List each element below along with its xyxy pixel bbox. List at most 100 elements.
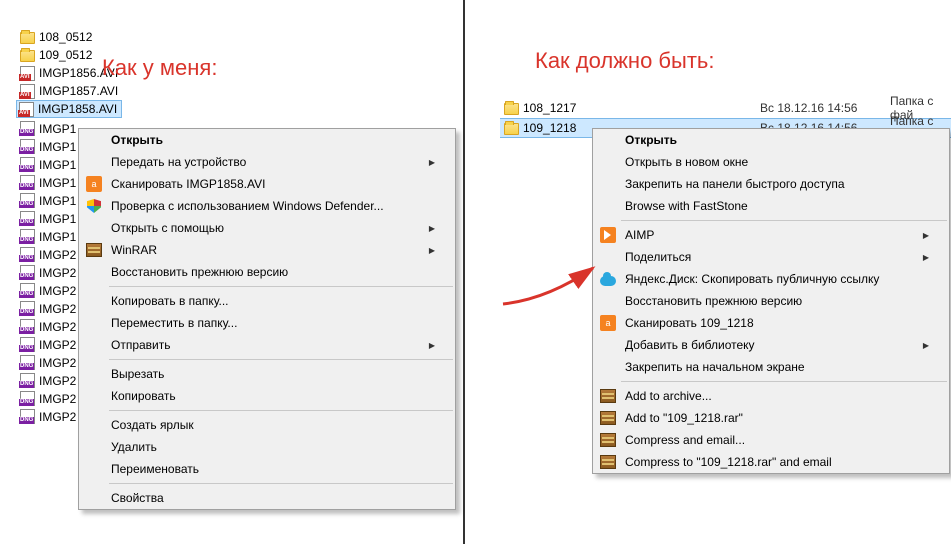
menu-item[interactable]: Переименовать (79, 458, 455, 480)
menu-item-label: AIMP (625, 228, 911, 242)
menu-item[interactable]: aСканировать IMGP1858.AVI (79, 173, 455, 195)
winrar-icon (599, 453, 617, 471)
menu-item-label: Проверка с использованием Windows Defend… (111, 199, 417, 213)
menu-item[interactable]: Копировать в папку... (79, 290, 455, 312)
file-label: 108_1217 (523, 101, 576, 115)
file-row[interactable]: 108_1217Вс 18.12.16 14:56Папка с фай (500, 98, 951, 118)
menu-separator (109, 410, 453, 411)
file-label: IMGP2 (39, 356, 76, 370)
file-label: IMGP2 (39, 320, 76, 334)
submenu-arrow-icon: ▶ (425, 224, 435, 233)
file-label: IMGP1857.AVI (39, 84, 118, 98)
dng-file-icon (20, 229, 35, 244)
menu-item-label: Переименовать (111, 462, 417, 476)
menu-item[interactable]: Проверка с использованием Windows Defend… (79, 195, 455, 217)
file-label: IMGP2 (39, 248, 76, 262)
menu-separator (109, 359, 453, 360)
menu-item-label: Открыть в новом окне (625, 155, 911, 169)
menu-item-label: Поделиться (625, 250, 911, 264)
menu-item[interactable]: Восстановить прежнюю версию (593, 290, 949, 312)
file-label: IMGP2 (39, 266, 76, 280)
file-label: IMGP1 (39, 158, 76, 172)
menu-item[interactable]: Копировать (79, 385, 455, 407)
menu-item-label: Открыть (625, 133, 911, 147)
menu-item[interactable]: Создать ярлык (79, 414, 455, 436)
menu-item-label: Яндекс.Диск: Скопировать публичную ссылк… (625, 272, 911, 286)
dng-file-icon (20, 355, 35, 370)
file-label: IMGP2 (39, 410, 76, 424)
menu-item[interactable]: Compress to "109_1218.rar" and email (593, 451, 949, 473)
file-label: IMGP1 (39, 122, 76, 136)
file-date: Вс 18.12.16 14:56 (760, 101, 890, 115)
menu-item-label: Создать ярлык (111, 418, 417, 432)
menu-item[interactable]: Яндекс.Диск: Скопировать публичную ссылк… (593, 268, 949, 290)
submenu-arrow-icon: ▶ (425, 158, 435, 167)
dng-file-icon (20, 247, 35, 262)
menu-item[interactable]: Compress and email... (593, 429, 949, 451)
menu-item[interactable]: Добавить в библиотеку▶ (593, 334, 949, 356)
dng-file-icon (20, 409, 35, 424)
folder-icon (504, 123, 519, 135)
menu-item[interactable]: Вырезать (79, 363, 455, 385)
file-label: IMGP2 (39, 374, 76, 388)
defender-shield-icon (85, 197, 103, 215)
file-row[interactable]: IMGP1857.AVI (16, 82, 463, 100)
winrar-icon (85, 241, 103, 259)
file-label: 109_1218 (523, 121, 576, 135)
file-row[interactable]: IMGP1856.AVI (16, 64, 463, 82)
file-label: IMGP2 (39, 338, 76, 352)
aimp-icon (599, 226, 617, 244)
menu-separator (621, 220, 947, 221)
folder-icon (20, 50, 35, 62)
menu-item[interactable]: Свойства (79, 487, 455, 509)
menu-item[interactable]: Восстановить прежнюю версию (79, 261, 455, 283)
file-label: IMGP1 (39, 194, 76, 208)
submenu-arrow-icon: ▶ (919, 341, 929, 350)
file-label: IMGP2 (39, 284, 76, 298)
file-row[interactable]: 109_0512 (16, 46, 463, 64)
menu-item[interactable]: AIMP▶ (593, 224, 949, 246)
folder-icon (504, 103, 519, 115)
dng-file-icon (20, 193, 35, 208)
menu-item[interactable]: Открыть в новом окне (593, 151, 949, 173)
menu-item-label: Compress and email... (625, 433, 911, 447)
title-right: Как должно быть: (535, 48, 715, 74)
file-label: IMGP1 (39, 176, 76, 190)
avi-file-icon (20, 84, 35, 99)
winrar-icon (599, 387, 617, 405)
menu-item[interactable]: Закрепить на начальном экране (593, 356, 949, 378)
dng-file-icon (20, 301, 35, 316)
menu-item[interactable]: Переместить в папку... (79, 312, 455, 334)
menu-item-label: Копировать (111, 389, 417, 403)
avast-icon: a (599, 314, 617, 332)
file-row[interactable]: 108_0512 (16, 28, 463, 46)
menu-item[interactable]: Add to archive... (593, 385, 949, 407)
dng-file-icon (20, 337, 35, 352)
menu-item[interactable]: Отправить▶ (79, 334, 455, 356)
menu-item-label: Browse with FastStone (625, 199, 911, 213)
menu-item-label: Восстановить прежнюю версию (111, 265, 417, 279)
submenu-arrow-icon: ▶ (919, 253, 929, 262)
menu-item[interactable]: aСканировать 109_1218 (593, 312, 949, 334)
menu-separator (109, 483, 453, 484)
menu-item[interactable]: Закрепить на панели быстрого доступа (593, 173, 949, 195)
file-row[interactable]: IMGP1858.AVI (16, 100, 122, 118)
menu-item[interactable]: Открыть (593, 129, 949, 151)
menu-item[interactable]: Открыть с помощью ▶ (79, 217, 455, 239)
menu-item[interactable]: Передать на устройство ▶ (79, 151, 455, 173)
menu-item[interactable]: Удалить (79, 436, 455, 458)
menu-item-label: Закрепить на панели быстрого доступа (625, 177, 911, 191)
file-label: 108_0512 (39, 30, 92, 44)
file-label: IMGP2 (39, 302, 76, 316)
menu-item[interactable]: Поделиться ▶ (593, 246, 949, 268)
menu-item-label: Открыть с помощью (111, 221, 417, 235)
menu-item[interactable]: WinRAR▶ (79, 239, 455, 261)
menu-item[interactable]: Открыть (79, 129, 455, 151)
menu-item-label: Передать на устройство (111, 155, 417, 169)
dng-file-icon (20, 283, 35, 298)
menu-item[interactable]: Browse with FastStone (593, 195, 949, 217)
menu-item-label: Копировать в папку... (111, 294, 417, 308)
dng-file-icon (20, 139, 35, 154)
menu-item[interactable]: Add to "109_1218.rar" (593, 407, 949, 429)
context-menu-right: Открыть Открыть в новом окне Закрепить на … (592, 128, 950, 474)
